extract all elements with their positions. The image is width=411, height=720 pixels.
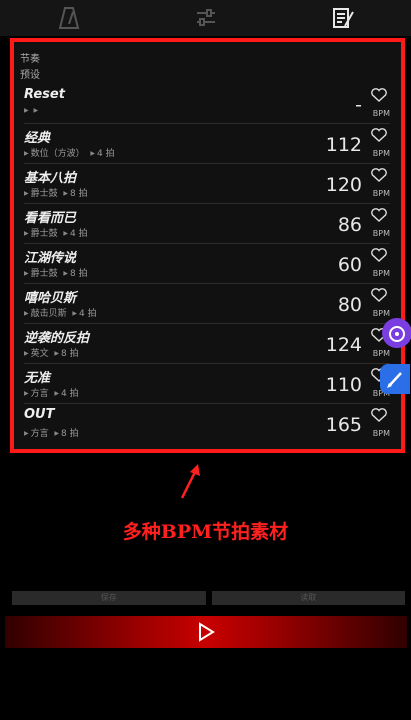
bpm-unit: BPM: [372, 109, 390, 118]
preset-row[interactable]: 经典 ▶ 数位（方波） ▶ 4 拍 112 BPM: [24, 124, 390, 164]
preset-bpm: 124: [325, 334, 362, 356]
preset-name: Reset: [24, 87, 65, 102]
preset-meta: ▶ 爵士鼓 ▶ 4 拍: [24, 229, 88, 239]
tab-settings[interactable]: [176, 0, 236, 36]
preset-meta: ▶ 爵士鼓 ▶ 8 拍: [24, 189, 88, 199]
preset-bpm: 86: [337, 214, 362, 236]
heart-icon[interactable]: [370, 167, 388, 183]
preset-row[interactable]: 无准 ▶ 方言 ▶ 4 拍 110 BPM: [24, 364, 390, 404]
preset-name: 逆袭的反拍: [24, 331, 90, 346]
preset-meta: ▶ 方言 ▶ 8 拍: [24, 429, 79, 439]
preset-list: Reset ▶ ▶ - BPM 经典 ▶ 数位（方波） ▶ 4 拍 112 BPM …: [24, 84, 390, 443]
preset-meta: ▶ 数位（方波） ▶ 4 拍: [24, 149, 115, 159]
preset-bpm: 165: [325, 414, 362, 436]
preset-bpm: 110: [325, 374, 362, 396]
pen-icon: [387, 372, 402, 388]
save-button[interactable]: 保存: [12, 591, 206, 605]
top-toolbar: [0, 0, 411, 36]
preset-row[interactable]: 基本八拍 ▶ 爵士鼓 ▶ 8 拍 120 BPM: [24, 164, 390, 204]
bpm-unit: BPM: [372, 229, 390, 238]
preset-name: 看看而已: [24, 211, 77, 226]
preset-name: 经典: [24, 131, 51, 146]
heart-icon[interactable]: [370, 287, 388, 303]
sliders-icon: [196, 9, 215, 26]
preset-bpm: 120: [325, 174, 362, 196]
edit-note-icon: [332, 8, 354, 28]
preset-meta: ▶ 爵士鼓 ▶ 8 拍: [24, 269, 88, 279]
header-rhythm: 节奏: [20, 54, 40, 65]
preset-row[interactable]: 嘻哈贝斯 ▶ 敲击贝斯 ▶ 4 拍 80 BPM: [24, 284, 390, 324]
bpm-unit: BPM: [372, 309, 390, 318]
preset-name: OUT: [24, 407, 55, 422]
preset-bpm: 112: [325, 134, 362, 156]
heart-icon[interactable]: [370, 207, 388, 223]
assistant-icon: [389, 326, 405, 342]
preset-meta: ▶ ▶: [24, 107, 39, 114]
annotation-caption: 多种BPM节拍素材: [122, 521, 289, 543]
header-presets: 预设: [20, 70, 40, 81]
load-button[interactable]: 读取: [211, 591, 405, 605]
preset-row-reset[interactable]: Reset ▶ ▶ - BPM: [24, 84, 390, 124]
heart-icon[interactable]: [370, 87, 388, 103]
heart-icon[interactable]: [370, 247, 388, 263]
preset-bpm: -: [355, 94, 362, 116]
preset-name: 无准: [24, 371, 51, 386]
floating-assistant-button[interactable]: [382, 318, 411, 348]
action-buttons: 保存 读取: [12, 591, 405, 605]
preset-meta: ▶ 方言 ▶ 4 拍: [24, 389, 79, 399]
preset-meta: ▶ 英文 ▶ 8 拍: [24, 349, 79, 359]
preset-row[interactable]: 逆袭的反拍 ▶ 英文 ▶ 8 拍 124 BPM: [24, 324, 390, 364]
heart-icon[interactable]: [370, 407, 388, 423]
metronome-icon: [58, 7, 79, 29]
preset-bpm: 80: [337, 294, 362, 316]
preset-row[interactable]: OUT ▶ 方言 ▶ 8 拍 165 BPM: [24, 404, 390, 443]
tab-presets[interactable]: [313, 0, 373, 36]
heart-icon[interactable]: [370, 127, 388, 143]
preset-name: 基本八拍: [24, 171, 77, 186]
bpm-unit: BPM: [372, 149, 390, 158]
play-button[interactable]: [5, 616, 407, 648]
bpm-unit: BPM: [372, 269, 390, 278]
bpm-unit: BPM: [372, 429, 390, 438]
bpm-unit: BPM: [372, 189, 390, 198]
preset-name: 江湖传说: [24, 251, 77, 266]
list-header: 节奏 预设: [20, 52, 40, 84]
annotation-arrow-icon: [180, 464, 200, 499]
play-icon: [199, 622, 215, 642]
preset-bpm: 60: [337, 254, 362, 276]
preset-row[interactable]: 江湖传说 ▶ 爵士鼓 ▶ 8 拍 60 BPM: [24, 244, 390, 284]
tab-metronome[interactable]: [39, 0, 99, 36]
bpm-unit: BPM: [372, 349, 390, 358]
preset-row[interactable]: 看看而已 ▶ 爵士鼓 ▶ 4 拍 86 BPM: [24, 204, 390, 244]
preset-panel: 节奏 预设 Reset ▶ ▶ - BPM 经典 ▶ 数位（方波） ▶ 4 拍 11…: [10, 38, 405, 453]
preset-meta: ▶ 敲击贝斯 ▶ 4 拍: [24, 309, 97, 319]
preset-name: 嘻哈贝斯: [24, 291, 77, 306]
floating-edit-button[interactable]: [380, 364, 410, 394]
